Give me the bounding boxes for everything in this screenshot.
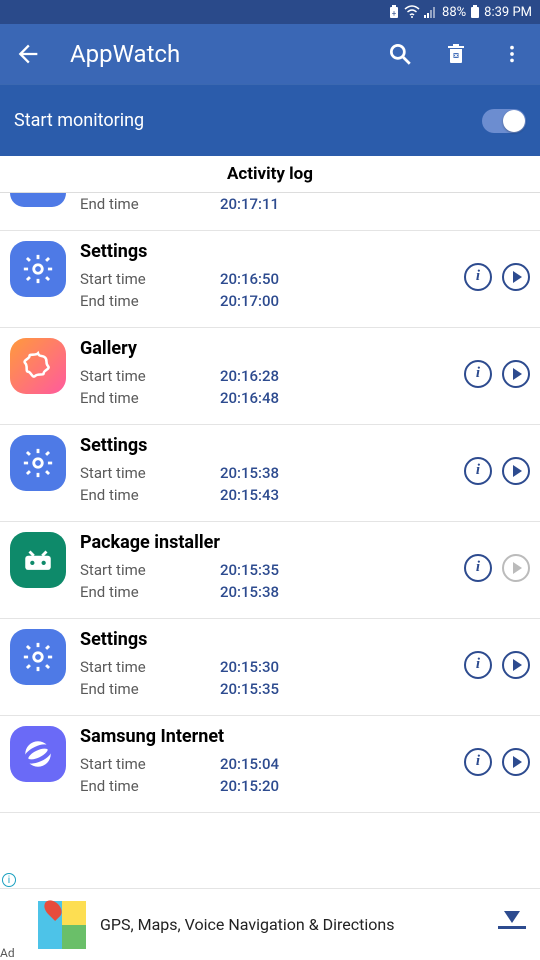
activity-row: Settings Start time20:15:38End time20:15:… — [0, 425, 540, 522]
start-value: 20:15:35 — [220, 559, 279, 582]
play-button[interactable] — [502, 651, 530, 679]
section-header: Activity log — [0, 156, 540, 193]
download-icon[interactable] — [498, 911, 526, 939]
app-title: AppWatch — [70, 40, 358, 68]
ad-text: GPS, Maps, Voice Navigation & Directions — [100, 915, 498, 934]
signal-icon — [424, 6, 438, 18]
activity-row: Gallery Start time20:16:28End time20:16:4… — [0, 328, 540, 425]
clock: 8:39 PM — [484, 5, 532, 20]
start-value: 20:16:28 — [220, 365, 279, 388]
monitoring-banner: Start monitoring — [0, 84, 540, 156]
start-value: 20:15:04 — [220, 753, 279, 776]
battery-saver-icon: + — [388, 5, 400, 19]
activity-row: Settings Start time20:16:50End time20:17:… — [0, 231, 540, 328]
info-button[interactable] — [464, 554, 492, 582]
info-button[interactable] — [464, 263, 492, 291]
info-button[interactable] — [464, 748, 492, 776]
app-icon — [10, 726, 66, 782]
start-label: Start time — [80, 753, 220, 776]
info-button[interactable] — [464, 457, 492, 485]
end-value: 20:15:38 — [220, 581, 279, 604]
app-icon — [10, 338, 66, 394]
end-label: End time — [80, 484, 220, 507]
end-label: End time — [80, 678, 220, 701]
app-name: Settings — [80, 435, 464, 456]
end-value: 20:16:48 — [220, 387, 279, 410]
start-value: 20:16:50 — [220, 268, 279, 291]
back-icon[interactable] — [14, 40, 42, 68]
play-button[interactable] — [502, 263, 530, 291]
activity-row: End time20:17:11 — [0, 193, 540, 231]
play-button[interactable] — [502, 554, 530, 582]
info-button[interactable] — [464, 360, 492, 388]
status-bar: + 88% 8:39 PM — [0, 0, 540, 24]
start-value: 20:15:38 — [220, 462, 279, 485]
activity-list: End time20:17:11SettingsStart time20:16:… — [0, 193, 540, 813]
play-button[interactable] — [502, 748, 530, 776]
search-icon[interactable] — [386, 40, 414, 68]
end-label: End time — [80, 290, 220, 313]
ad-app-icon — [38, 901, 86, 949]
end-value: 20:17:11 — [220, 193, 279, 216]
overflow-menu-icon[interactable] — [498, 40, 526, 68]
end-label: End time — [80, 193, 220, 216]
end-label: End time — [80, 581, 220, 604]
svg-text:+: + — [392, 9, 397, 18]
adchoices-icon[interactable]: i — [2, 873, 16, 887]
start-label: Start time — [80, 365, 220, 388]
activity-row: Samsung Internet Start time20:15:04End ti… — [0, 716, 540, 813]
app-icon — [10, 629, 66, 685]
app-icon — [10, 241, 66, 297]
info-button[interactable] — [464, 651, 492, 679]
start-label: Start time — [80, 656, 220, 679]
end-value: 20:15:35 — [220, 678, 279, 701]
wifi-icon — [404, 5, 420, 19]
start-label: Start time — [80, 559, 220, 582]
app-name: Settings — [80, 629, 464, 650]
end-label: End time — [80, 387, 220, 410]
start-value: 20:15:30 — [220, 656, 279, 679]
activity-row: Settings Start time20:15:30End time20:15:… — [0, 619, 540, 716]
battery-percent: 88% — [442, 5, 466, 20]
play-button[interactable] — [502, 360, 530, 388]
end-value: 20:15:43 — [220, 484, 279, 507]
app-name: Settings — [80, 241, 464, 262]
activity-row: Package installer Start time20:15:35End t… — [0, 522, 540, 619]
end-label: End time — [80, 775, 220, 798]
app-icon — [10, 193, 66, 207]
delete-icon[interactable] — [442, 40, 470, 68]
app-name: Samsung Internet — [80, 726, 464, 747]
ad-badge: Ad — [0, 946, 15, 960]
monitoring-label: Start monitoring — [14, 110, 144, 131]
app-icon — [10, 532, 66, 588]
app-icon — [10, 435, 66, 491]
start-label: Start time — [80, 462, 220, 485]
end-value: 20:17:00 — [220, 290, 279, 313]
battery-icon — [470, 5, 480, 19]
end-value: 20:15:20 — [220, 775, 279, 798]
app-name: Package installer — [80, 532, 464, 553]
app-name: Gallery — [80, 338, 464, 359]
monitoring-toggle[interactable] — [482, 109, 526, 133]
play-button[interactable] — [502, 457, 530, 485]
app-bar: AppWatch — [0, 24, 540, 84]
ad-banner[interactable]: i Ad GPS, Maps, Voice Navigation & Direc… — [0, 888, 540, 960]
start-label: Start time — [80, 268, 220, 291]
